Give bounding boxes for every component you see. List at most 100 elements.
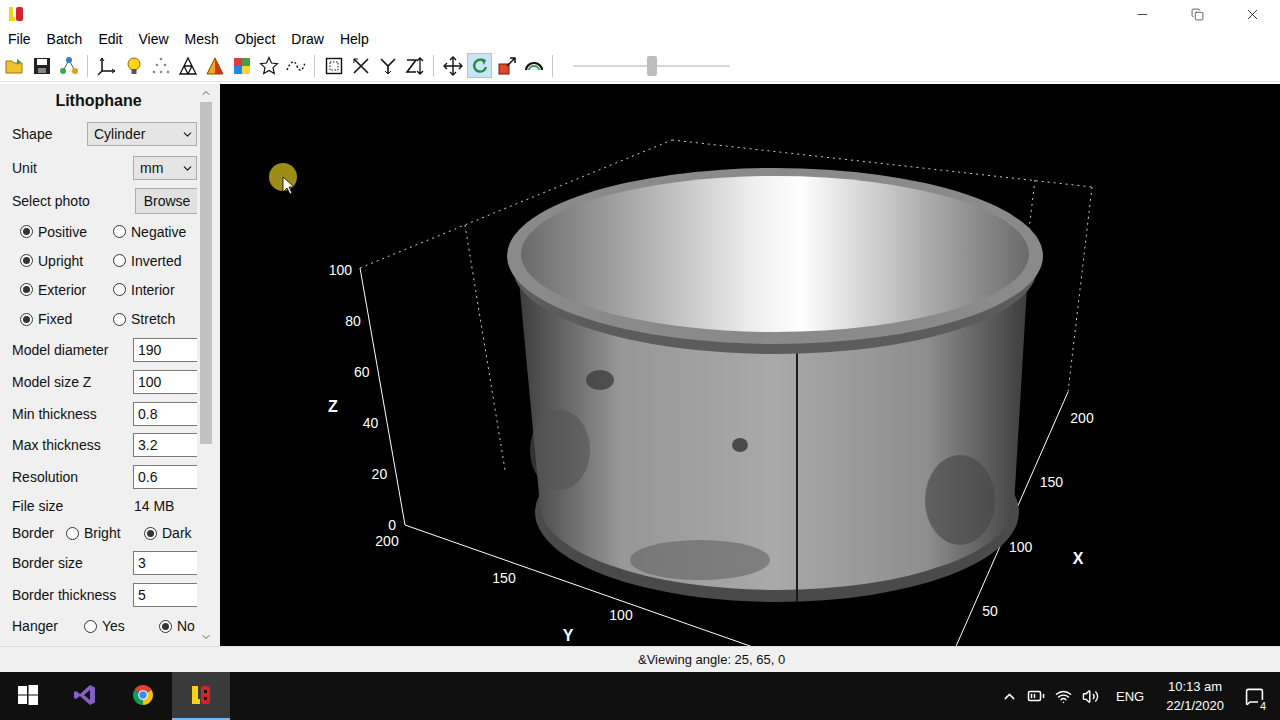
radio-option[interactable]: Positive [20, 224, 113, 240]
taskbar-app[interactable] [172, 672, 230, 720]
tool-button[interactable] [440, 53, 465, 78]
browse-button[interactable]: Browse [135, 188, 197, 214]
radio-label[interactable]: Fixed [38, 311, 72, 327]
tool-button[interactable] [348, 53, 373, 78]
radio-label[interactable]: Stretch [131, 311, 175, 327]
radio-circle[interactable] [20, 283, 33, 296]
radio-circle[interactable] [113, 254, 126, 267]
menu-item[interactable]: Object [229, 31, 281, 47]
radio-label[interactable]: Bright [84, 525, 121, 541]
number-input[interactable] [133, 402, 197, 426]
radio-option[interactable]: Exterior [20, 282, 113, 298]
panel-scrollbar[interactable] [197, 84, 215, 646]
radio-option[interactable]: Interior [113, 282, 197, 298]
radio-circle[interactable] [84, 620, 97, 633]
radio-option[interactable]: Yes [84, 618, 159, 634]
radio-option[interactable]: Dark [144, 525, 197, 541]
clock[interactable]: 10:13 am22/1/2020 [1156, 677, 1234, 715]
radio-option[interactable]: Upright [20, 253, 113, 269]
tool-button[interactable] [375, 53, 400, 78]
tool-button[interactable] [29, 53, 54, 78]
tool-button[interactable] [402, 53, 427, 78]
cylinder-model[interactable] [507, 168, 1043, 602]
tool-button[interactable] [229, 53, 254, 78]
radio-circle[interactable] [66, 527, 79, 540]
tool-button[interactable] [467, 53, 492, 78]
minimize-button[interactable] [1115, 0, 1170, 28]
radio-circle[interactable] [113, 313, 126, 326]
scroll-thumb[interactable] [200, 102, 212, 444]
taskbar-app[interactable] [114, 672, 172, 720]
restore-button[interactable] [1170, 0, 1225, 28]
tool-button[interactable] [2, 53, 27, 78]
language-indicator[interactable]: ENG [1104, 689, 1156, 704]
viewport[interactable]: 100806040200Z200150100Y20015010050X [220, 84, 1280, 646]
radio-label[interactable]: Negative [131, 224, 186, 240]
number-input[interactable] [133, 465, 197, 489]
tool-button[interactable] [256, 53, 281, 78]
notification-button[interactable]: 4 [1234, 687, 1274, 706]
menu-item[interactable]: Draw [285, 31, 330, 47]
tool-button[interactable] [56, 53, 81, 78]
tool-button[interactable] [121, 53, 146, 78]
radio-label[interactable]: No [177, 618, 195, 634]
tool-button[interactable] [148, 53, 173, 78]
number-input[interactable] [133, 433, 197, 457]
radio-option[interactable]: Inverted [113, 253, 197, 269]
radio-option[interactable]: Negative [113, 224, 197, 240]
radio-label[interactable]: Exterior [38, 282, 86, 298]
menu-item[interactable]: File [2, 31, 37, 47]
menu-item[interactable]: Batch [41, 31, 89, 47]
radio-label[interactable]: Positive [38, 224, 87, 240]
zoom-slider[interactable] [573, 65, 730, 67]
speaker-icon [1082, 688, 1099, 705]
tray-wifi[interactable] [1050, 688, 1077, 705]
tray-expand[interactable] [996, 688, 1023, 705]
tool-button[interactable] [494, 53, 519, 78]
menu-item[interactable]: View [133, 31, 175, 47]
menu-item[interactable]: Help [334, 31, 375, 47]
radio-circle[interactable] [20, 313, 33, 326]
radio-option[interactable]: Stretch [113, 311, 197, 327]
radio-label[interactable]: Inverted [131, 253, 182, 269]
radio-circle[interactable] [20, 225, 33, 238]
scroll-track[interactable] [197, 102, 215, 628]
tray-volume[interactable] [1077, 688, 1104, 705]
tool-button[interactable] [202, 53, 227, 78]
menu-item[interactable]: Edit [92, 31, 128, 47]
radio-label[interactable]: Upright [38, 253, 83, 269]
scroll-up-button[interactable] [197, 84, 215, 102]
tool-button[interactable] [94, 53, 119, 78]
radio-circle[interactable] [20, 254, 33, 267]
radio-option[interactable]: No [159, 618, 197, 634]
model-view[interactable]: 100806040200Z200150100Y20015010050X [220, 84, 1280, 646]
tool-button[interactable] [283, 53, 308, 78]
radio-circle[interactable] [159, 620, 172, 633]
chevron-down-icon [181, 162, 194, 175]
radio-option[interactable]: Fixed [20, 311, 113, 327]
select-box[interactable]: Cylinder [87, 122, 197, 146]
radio-circle[interactable] [144, 527, 157, 540]
radio-circle[interactable] [113, 283, 126, 296]
tool-button[interactable] [521, 53, 546, 78]
number-input[interactable] [133, 338, 197, 362]
number-input[interactable] [133, 583, 197, 607]
scroll-down-button[interactable] [197, 628, 215, 646]
slider-thumb[interactable] [647, 56, 657, 76]
radio-label[interactable]: Dark [162, 525, 192, 541]
number-input[interactable] [133, 551, 197, 575]
close-button[interactable] [1225, 0, 1280, 28]
taskbar-app[interactable] [0, 672, 56, 720]
tool-button[interactable] [175, 53, 200, 78]
radio-label[interactable]: Yes [102, 618, 125, 634]
select-box[interactable]: mm [133, 156, 197, 180]
taskbar-app[interactable] [56, 672, 114, 720]
tool-button[interactable] [321, 53, 346, 78]
tray-battery[interactable] [1023, 687, 1050, 705]
radio-circle[interactable] [113, 225, 126, 238]
title-bar [0, 0, 1280, 28]
radio-option[interactable]: Bright [66, 525, 144, 541]
radio-label[interactable]: Interior [131, 282, 175, 298]
menu-item[interactable]: Mesh [179, 31, 225, 47]
number-input[interactable] [133, 370, 197, 394]
